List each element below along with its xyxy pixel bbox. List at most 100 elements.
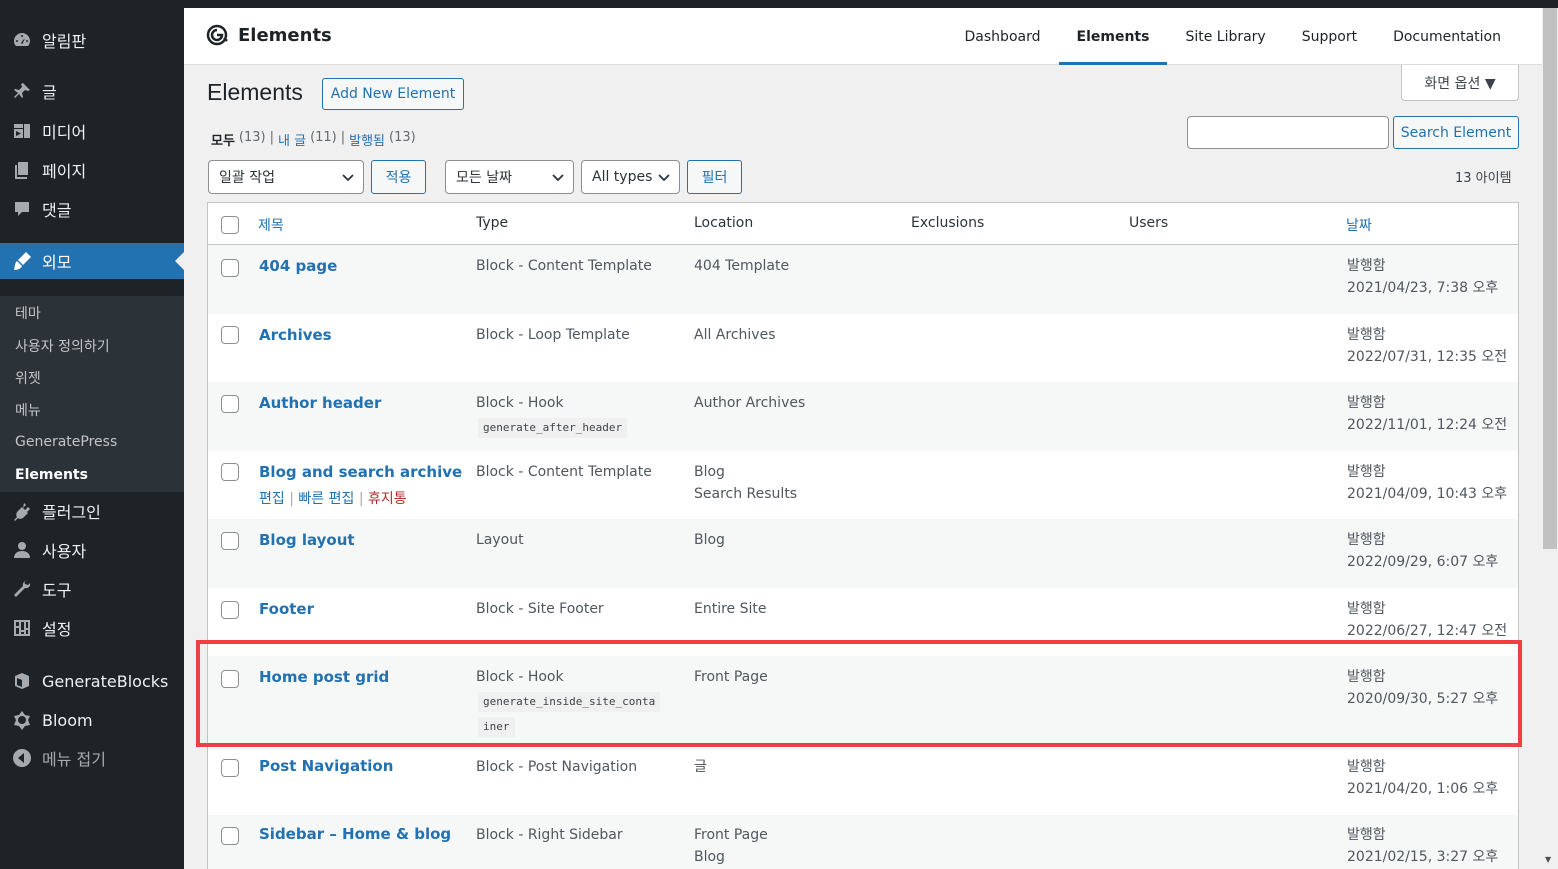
type-filter-select[interactable]: All types: [581, 160, 680, 194]
row-checkbox[interactable]: [221, 463, 239, 481]
edit-link[interactable]: 편집: [259, 491, 285, 507]
row-title-link[interactable]: Footer: [259, 600, 314, 618]
submenu-item-generatepress[interactable]: GeneratePress: [15, 434, 117, 450]
submenu-item-themes[interactable]: 테마: [15, 303, 41, 323]
page-title: Elements: [207, 79, 303, 105]
dashboard-icon: [12, 30, 32, 50]
sidebar-item-plugins[interactable]: 플러그인: [0, 493, 184, 529]
collapse-menu-button[interactable]: 메뉴 접기: [0, 740, 184, 776]
filter-published[interactable]: 발행됨: [349, 130, 385, 149]
sidebar-item-pages[interactable]: 페이지: [0, 152, 184, 188]
row-date: 2021/04/23, 7:38 오후: [1347, 280, 1499, 296]
row-title-link[interactable]: 404 page: [259, 257, 337, 275]
row-title-link[interactable]: Sidebar – Home & blog: [259, 825, 451, 843]
select-all-checkbox[interactable]: [221, 216, 239, 234]
filter-mine[interactable]: 내 글: [278, 130, 306, 149]
status-filters: 모두 (13) | 내 글 (11) | 발행됨 (13): [211, 130, 416, 149]
row-title-link[interactable]: Blog layout: [259, 531, 355, 549]
sidebar-item-label: 외모: [42, 253, 72, 272]
row-checkbox[interactable]: [221, 827, 239, 845]
apply-button[interactable]: 적용: [371, 160, 426, 194]
column-title[interactable]: 제목: [258, 215, 284, 235]
row-checkbox[interactable]: [221, 601, 239, 619]
row-title-link[interactable]: Author header: [259, 394, 381, 412]
date-filter-select[interactable]: 모든 날짜: [445, 160, 574, 194]
row-location: Front Page: [694, 827, 768, 843]
trash-link[interactable]: 휴지통: [368, 491, 407, 507]
row-location: Blog: [694, 532, 725, 548]
row-location: Blog: [694, 464, 725, 480]
column-date[interactable]: 날짜: [1346, 215, 1372, 235]
tab-dashboard[interactable]: Dashboard: [947, 8, 1059, 65]
sidebar-item-settings[interactable]: 설정: [0, 610, 184, 646]
admin-sidebar: 알림판 글 미디어 페이지 댓글 외모 테마 사용자 정의하기 위젯 메뉴 Ge…: [0, 8, 184, 869]
sidebar-item-appearance[interactable]: 외모: [0, 243, 184, 279]
add-new-element-button[interactable]: Add New Element: [322, 78, 464, 110]
table-row: Post Navigation Block - Post Navigation …: [208, 747, 1518, 816]
bulk-action-value: 일괄 작업: [219, 170, 275, 186]
comment-icon: [12, 199, 32, 219]
row-title-link[interactable]: Archives: [259, 326, 332, 344]
sidebar-item-label: 사용자: [42, 542, 87, 561]
row-location: 글: [694, 759, 707, 775]
scroll-down-arrow-icon[interactable]: ▼: [1545, 855, 1555, 865]
sidebar-item-label: 댓글: [42, 201, 72, 220]
search-element-button[interactable]: Search Element: [1393, 116, 1519, 149]
row-checkbox[interactable]: [221, 326, 239, 344]
chevron-down-icon: [552, 174, 564, 182]
wrench-icon: [12, 579, 32, 599]
submenu-item-menus[interactable]: 메뉴: [15, 400, 41, 420]
row-checkbox[interactable]: [221, 395, 239, 413]
tab-site-library[interactable]: Site Library: [1167, 8, 1283, 65]
column-users: Users: [1129, 215, 1169, 231]
plugin-header: Elements Dashboard Elements Site Library…: [184, 8, 1542, 65]
row-type: Block - Hook: [476, 395, 564, 411]
action-separator: |: [289, 491, 294, 507]
row-status: 발행함: [1347, 258, 1386, 274]
row-date: 2022/07/31, 12:35 오전: [1347, 349, 1508, 365]
row-checkbox[interactable]: [221, 759, 239, 777]
row-location: All Archives: [694, 327, 776, 343]
sidebar-item-bloom[interactable]: Bloom: [0, 702, 184, 738]
filter-all[interactable]: 모두: [211, 130, 235, 149]
sidebar-item-dashboard[interactable]: 알림판: [0, 22, 184, 58]
table-row: Blog and search archive 편집 | 빠른 편집 | 휴지통…: [208, 451, 1518, 520]
submenu-item-elements[interactable]: Elements: [15, 467, 88, 483]
tab-support[interactable]: Support: [1284, 8, 1375, 65]
table-row: Blog layout Layout Blog 발행함 2022/09/29, …: [208, 519, 1518, 588]
search-input[interactable]: [1187, 116, 1389, 149]
tab-documentation[interactable]: Documentation: [1375, 8, 1542, 65]
sidebar-item-posts[interactable]: 글: [0, 73, 184, 109]
row-title-link[interactable]: Post Navigation: [259, 757, 393, 775]
quick-edit-link[interactable]: 빠른 편집: [298, 491, 354, 507]
chevron-down-icon: [658, 174, 670, 182]
scrollbar-thumb[interactable]: [1543, 8, 1557, 549]
row-status: 발행함: [1347, 395, 1386, 411]
collapse-icon: [12, 748, 32, 768]
row-location: 404 Template: [694, 258, 790, 274]
table-row: Archives Block - Loop Template All Archi…: [208, 314, 1518, 383]
sidebar-item-label: 페이지: [42, 162, 87, 181]
row-checkbox[interactable]: [221, 259, 239, 277]
type-filter-value: All types: [592, 169, 653, 185]
sidebar-item-comments[interactable]: 댓글: [0, 191, 184, 227]
screen-options-button[interactable]: 화면 옵션 ▼: [1401, 65, 1519, 101]
sidebar-item-generateblocks[interactable]: GenerateBlocks: [0, 663, 184, 699]
sidebar-item-users[interactable]: 사용자: [0, 532, 184, 568]
column-type: Type: [476, 215, 509, 231]
submenu-item-customize[interactable]: 사용자 정의하기: [15, 336, 110, 356]
sidebar-item-label: Bloom: [42, 710, 93, 730]
sidebar-item-media[interactable]: 미디어: [0, 113, 184, 149]
bulk-action-select[interactable]: 일괄 작업: [208, 160, 364, 194]
submenu-item-widgets[interactable]: 위젯: [15, 368, 41, 388]
sidebar-item-tools[interactable]: 도구: [0, 571, 184, 607]
column-exclusions: Exclusions: [911, 215, 985, 231]
row-checkbox[interactable]: [221, 532, 239, 550]
filter-separator: |: [340, 130, 346, 145]
tab-elements[interactable]: Elements: [1058, 8, 1168, 65]
sidebar-item-label: 도구: [42, 581, 72, 600]
row-title-link[interactable]: Blog and search archive: [259, 463, 462, 481]
filter-button[interactable]: 필터: [687, 160, 742, 194]
table-row: 404 page Block - Content Template 404 Te…: [208, 245, 1518, 314]
item-count: 13 아이템: [1455, 171, 1512, 186]
